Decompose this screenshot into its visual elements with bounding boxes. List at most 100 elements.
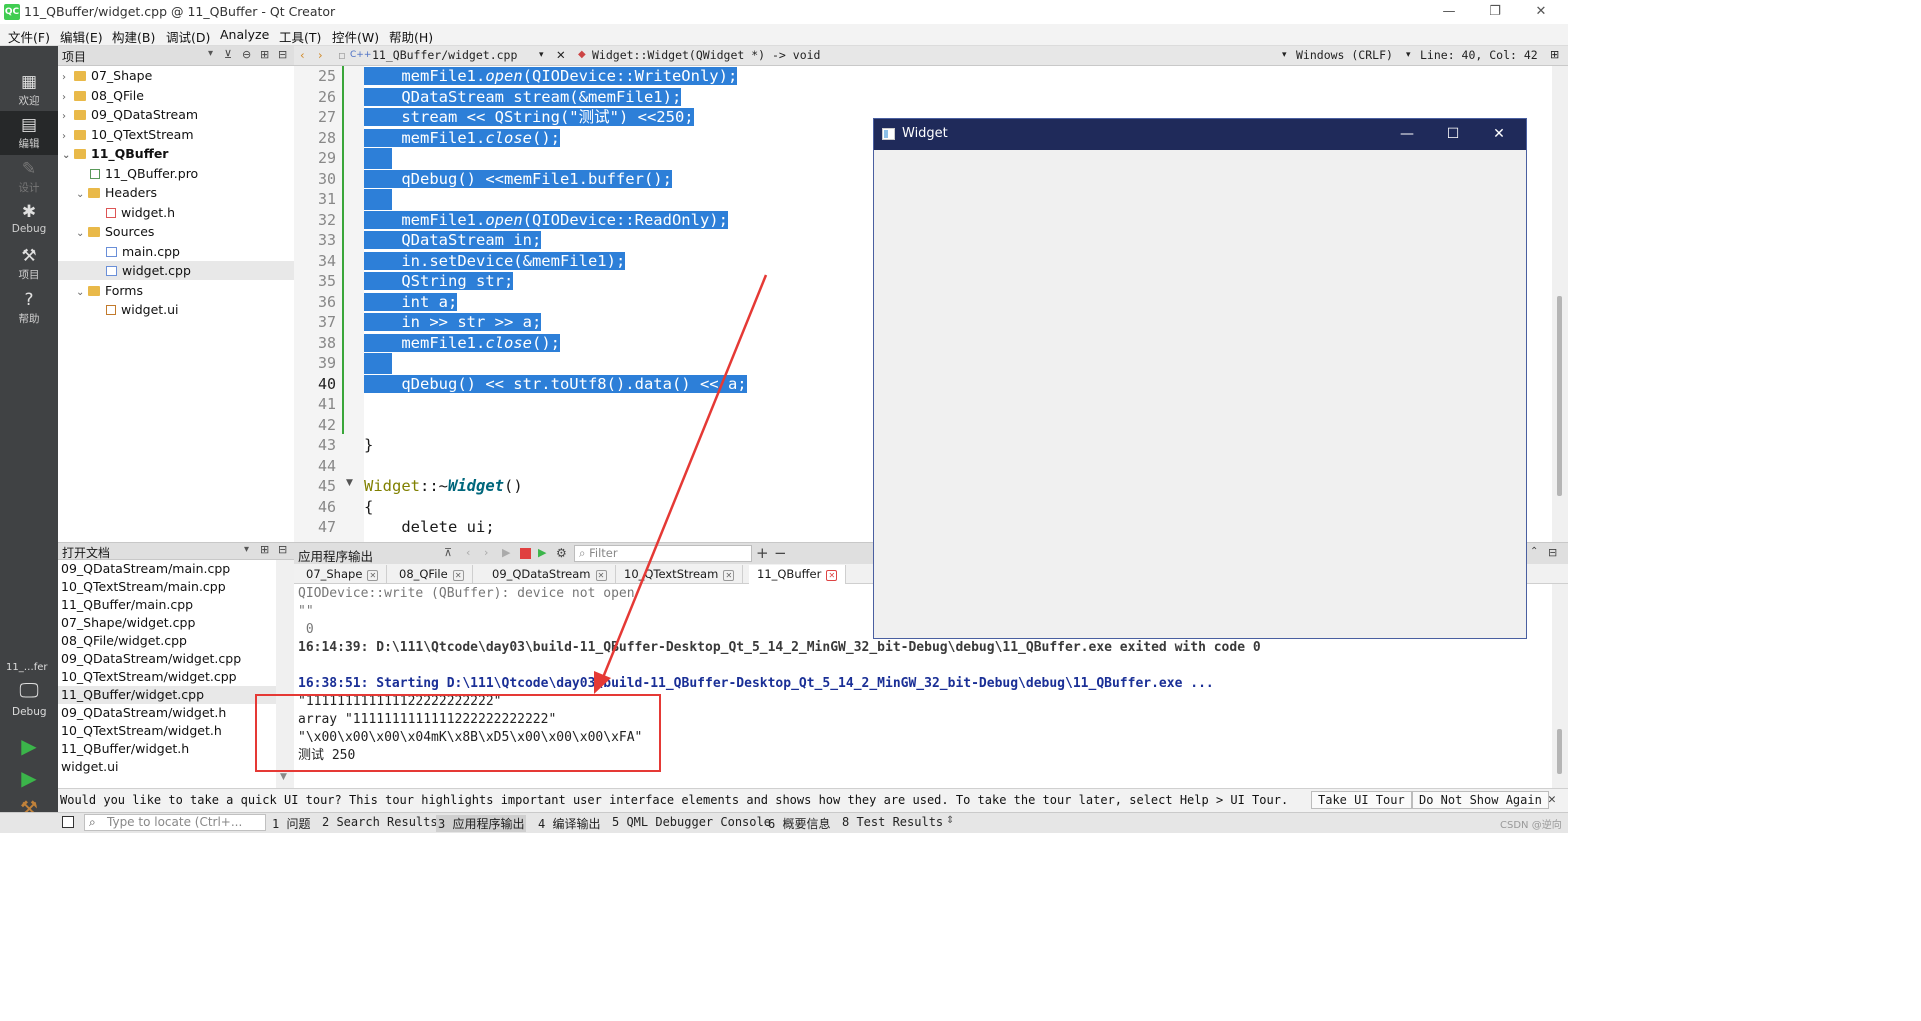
status-pane-general-messages[interactable]: 6 概要信息 <box>768 815 830 832</box>
output-tab[interactable]: 09_QDataStream ✕ <box>484 565 616 584</box>
scrollbar-thumb[interactable] <box>1557 729 1562 774</box>
close-tab-icon[interactable]: ✕ <box>723 570 735 581</box>
take-ui-tour-button[interactable]: Take UI Tour <box>1311 791 1412 809</box>
projects-panel-title[interactable]: 项目 <box>62 48 86 65</box>
do-not-show-again-button[interactable]: Do Not Show Again <box>1412 791 1549 809</box>
close-icon[interactable]: ✕ <box>1548 792 1556 807</box>
clear-output-icon[interactable]: ⊼ <box>444 546 452 559</box>
chevron-down-icon[interactable]: ▾ <box>1406 50 1411 60</box>
status-pane-search-results[interactable]: 2 Search Results <box>322 815 438 829</box>
split-icon[interactable]: ⊞ <box>260 543 269 556</box>
output-scrollbar[interactable] <box>1552 584 1568 788</box>
close-panel-icon[interactable]: ⊟ <box>278 48 287 61</box>
tree-item[interactable]: ⌄ Headers <box>76 183 157 202</box>
status-pane-qml-console[interactable]: 5 QML Debugger Console <box>612 815 771 829</box>
list-item[interactable]: 11_QBuffer/main.cpp <box>61 596 193 614</box>
close-button[interactable]: ✕ <box>1518 0 1564 24</box>
up-down-arrow-icon[interactable]: ⇕ <box>946 815 954 826</box>
stop-icon[interactable] <box>520 548 531 559</box>
remove-icon[interactable]: − <box>774 544 787 562</box>
output-tab[interactable]: 10_QTextStream ✕ <box>616 565 744 584</box>
mode-edit[interactable]: ▤ 编辑 <box>0 111 58 155</box>
dropdown-arrow-icon[interactable]: ▾ <box>208 48 213 59</box>
chevron-down-icon[interactable]: ▾ <box>539 50 544 60</box>
previous-icon[interactable]: ‹ <box>466 546 470 559</box>
open-documents-title[interactable]: 打开文档 <box>62 544 110 561</box>
tree-item[interactable]: main.cpp <box>106 242 180 261</box>
list-item[interactable]: 10_QTextStream/widget.h <box>61 722 222 740</box>
chevron-down-icon[interactable]: ▾ <box>1282 50 1287 60</box>
menu-file[interactable]: 文件(F) <box>8 27 50 46</box>
monitor-icon[interactable]: 🖵 <box>0 678 58 702</box>
link-icon[interactable]: ⊖ <box>242 48 251 61</box>
toggle-sidebar-icon[interactable] <box>62 816 74 828</box>
line-ending-selector[interactable]: Windows (CRLF) <box>1296 48 1393 62</box>
menu-debug[interactable]: 调试(D) <box>166 27 210 46</box>
mode-design[interactable]: ✎ 设计 <box>0 155 58 199</box>
tree-item[interactable]: ⌄ Forms <box>76 281 143 300</box>
scrollbar-thumb[interactable] <box>1557 296 1562 496</box>
output-tab-active[interactable]: 11_QBuffer ✕ <box>749 565 847 584</box>
status-pane-issues[interactable]: 1 问题 <box>272 815 310 832</box>
menu-build[interactable]: 构建(B) <box>112 27 155 46</box>
tree-item[interactable]: › 07_Shape <box>62 66 152 85</box>
mode-debug[interactable]: ✱ Debug <box>0 198 58 242</box>
list-item[interactable]: widget.ui <box>61 758 119 776</box>
list-item[interactable]: 09_QDataStream/widget.cpp <box>61 650 241 668</box>
list-item[interactable]: 10_QTextStream/main.cpp <box>61 578 226 596</box>
tree-item[interactable]: › 09_QDataStream <box>62 105 198 124</box>
split-icon[interactable]: ⊞ <box>1550 48 1559 61</box>
list-item-selected[interactable]: 11_QBuffer/widget.cpp <box>61 686 204 704</box>
tree-item-selected[interactable]: widget.cpp <box>106 261 191 280</box>
next-icon[interactable]: › <box>484 546 488 559</box>
fold-arrow-icon[interactable]: ▼ <box>346 478 353 488</box>
close-button[interactable]: ✕ <box>1476 119 1522 150</box>
status-pane-compile-output[interactable]: 4 编译输出 <box>538 815 600 832</box>
close-panel-icon[interactable]: ⊟ <box>278 543 287 556</box>
current-file-selector[interactable]: 11_QBuffer/widget.cpp <box>372 48 517 62</box>
close-pane-icon[interactable]: ⊟ <box>1548 546 1557 559</box>
mode-help[interactable]: ? 帮助 <box>0 286 58 330</box>
output-tab[interactable]: 08_QFile ✕ <box>391 565 473 584</box>
maximize-button[interactable]: ❐ <box>1472 0 1518 24</box>
list-item[interactable]: 11_QBuffer/widget.h <box>61 740 189 758</box>
mode-projects[interactable]: ⚒ 项目 <box>0 242 58 286</box>
menu-tools[interactable]: 工具(T) <box>279 27 321 46</box>
tree-item[interactable]: › 10_QTextStream <box>62 125 194 144</box>
close-file-icon[interactable]: ✕ <box>556 48 566 62</box>
output-tab[interactable]: 07_Shape ✕ <box>298 565 388 584</box>
tree-item[interactable]: 11_QBuffer.pro <box>90 164 198 183</box>
add-icon[interactable]: + <box>756 544 769 562</box>
list-item[interactable]: 07_Shape/widget.cpp <box>61 614 195 632</box>
close-tab-icon[interactable]: ✕ <box>826 570 838 581</box>
tree-item[interactable]: › 08_QFile <box>62 86 144 105</box>
back-arrow-icon[interactable]: ‹ <box>300 48 305 62</box>
menu-controls[interactable]: 控件(W) <box>332 27 379 46</box>
symbol-selector[interactable]: Widget::Widget(QWidget *) -> void <box>592 48 820 62</box>
menu-edit[interactable]: 编辑(E) <box>60 27 103 46</box>
list-item[interactable]: 09_QDataStream/widget.h <box>61 704 226 722</box>
tree-item[interactable]: widget.ui <box>106 300 179 319</box>
list-item[interactable]: 10_QTextStream/widget.cpp <box>61 668 237 686</box>
filter-input[interactable]: ⌕ Filter <box>574 545 752 562</box>
menu-analyze[interactable]: Analyze <box>220 27 269 42</box>
tree-item[interactable]: ⌄ Sources <box>76 222 154 241</box>
mode-welcome[interactable]: ▦ 欢迎 <box>0 68 58 112</box>
minimize-button[interactable]: — <box>1426 0 1472 24</box>
maximize-pane-icon[interactable]: ⌃ <box>1530 546 1538 557</box>
status-pane-test-results[interactable]: 8 Test Results <box>842 815 943 829</box>
list-item[interactable]: 08_QFile/widget.cpp <box>61 632 187 650</box>
minimize-button[interactable]: — <box>1384 119 1430 150</box>
close-tab-icon[interactable]: ✕ <box>595 570 607 581</box>
forward-arrow-icon[interactable]: › <box>318 48 323 62</box>
split-icon[interactable]: ⊞ <box>260 48 269 61</box>
locator-input[interactable]: ⌕ Type to locate (Ctrl+... <box>84 814 266 831</box>
scroll-down-icon[interactable]: ▼ <box>280 772 287 782</box>
tree-item[interactable]: widget.h <box>106 203 175 222</box>
dropdown-arrow-icon[interactable]: ▾ <box>244 544 249 555</box>
status-pane-app-output[interactable]: 3 应用程序输出 <box>436 815 527 832</box>
gear-icon[interactable]: ⚙ <box>556 546 567 560</box>
list-item[interactable]: 09_QDataStream/main.cpp <box>61 560 230 578</box>
editor-scrollbar[interactable] <box>1552 66 1568 542</box>
tree-item-active-project[interactable]: ⌄ 11_QBuffer <box>62 144 168 163</box>
